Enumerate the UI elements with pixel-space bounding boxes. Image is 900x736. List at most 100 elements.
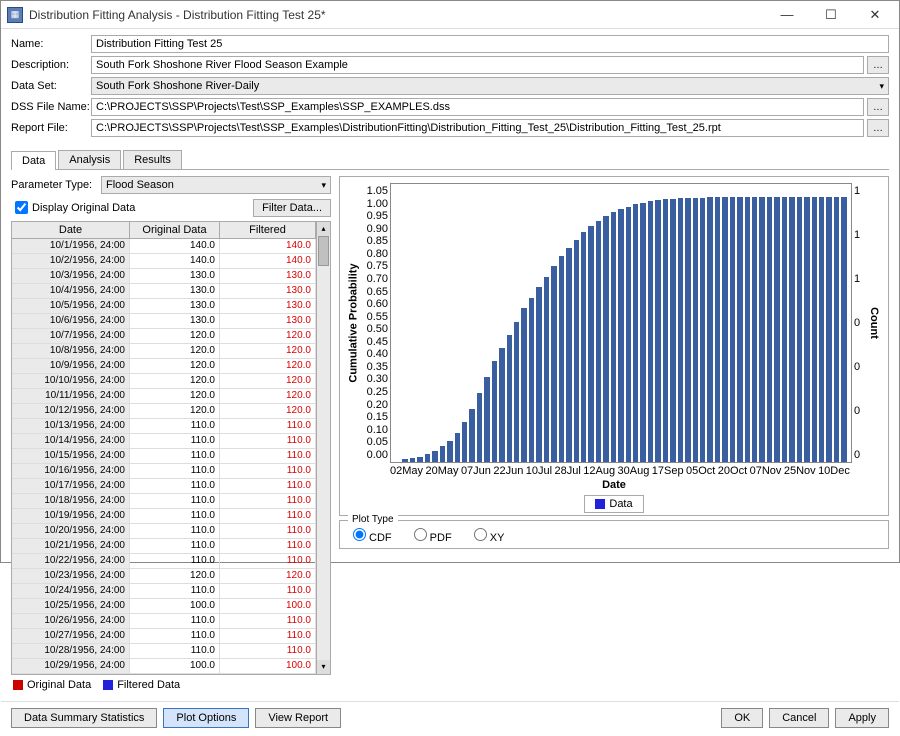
table-row[interactable]: 10/20/1956, 24:00110.0110.0 [12, 524, 316, 539]
param-type-value: Flood Season [106, 179, 174, 191]
chart-bar [826, 197, 831, 462]
maximize-button[interactable]: ☐ [809, 2, 853, 28]
table-scrollbar[interactable]: ▴ ▾ [316, 222, 330, 674]
reportfile-label: Report File: [11, 122, 91, 134]
apply-button[interactable]: Apply [835, 708, 889, 728]
chart-bar [581, 232, 586, 462]
name-input[interactable] [91, 35, 889, 53]
content-area: Parameter Type: Flood Season ▾ Display O… [1, 170, 899, 701]
table-row[interactable]: 10/5/1956, 24:00130.0130.0 [12, 299, 316, 314]
chart-bar [640, 203, 645, 462]
table-row[interactable]: 10/16/1956, 24:00110.0110.0 [12, 464, 316, 479]
chart-bar [559, 256, 564, 463]
minimize-button[interactable]: — [765, 2, 809, 28]
table-row[interactable]: 10/28/1956, 24:00110.0110.0 [12, 644, 316, 659]
table-row[interactable]: 10/22/1956, 24:00110.0110.0 [12, 554, 316, 569]
table-row[interactable]: 10/7/1956, 24:00120.0120.0 [12, 329, 316, 344]
data-summary-button[interactable]: Data Summary Statistics [11, 708, 157, 728]
table-row[interactable]: 10/24/1956, 24:00110.0110.0 [12, 584, 316, 599]
chart-bar [440, 446, 445, 462]
title-bar: ▦ Distribution Fitting Analysis - Distri… [1, 1, 899, 29]
scroll-down-icon[interactable]: ▾ [317, 660, 330, 674]
reportfile-input[interactable] [91, 119, 864, 137]
close-button[interactable]: ✕ [853, 2, 897, 28]
table-row[interactable]: 10/10/1956, 24:00120.0120.0 [12, 374, 316, 389]
chart-bar [588, 226, 593, 462]
chart-bar [819, 197, 824, 462]
y-axis-ticks: 1.051.000.950.900.850.800.750.700.650.60… [362, 183, 390, 463]
tab-data[interactable]: Data [11, 151, 56, 170]
chart-bar [797, 197, 802, 462]
dataset-select[interactable]: South Fork Shoshone River-Daily ▾ [91, 77, 889, 95]
table-row[interactable]: 10/27/1956, 24:00110.0110.0 [12, 629, 316, 644]
dssfile-label: DSS File Name: [11, 101, 91, 113]
table-row[interactable]: 10/2/1956, 24:00140.0140.0 [12, 254, 316, 269]
chart-bar [804, 197, 809, 462]
cancel-button[interactable]: Cancel [769, 708, 829, 728]
table-row[interactable]: 10/29/1956, 24:00100.0100.0 [12, 659, 316, 674]
table-row[interactable]: 10/25/1956, 24:00100.0100.0 [12, 599, 316, 614]
chart-bar [737, 197, 742, 462]
table-row[interactable]: 10/8/1956, 24:00120.0120.0 [12, 344, 316, 359]
table-row[interactable]: 10/14/1956, 24:00110.0110.0 [12, 434, 316, 449]
chart-plot[interactable] [390, 183, 852, 463]
table-row[interactable]: 10/12/1956, 24:00120.0120.0 [12, 404, 316, 419]
name-label: Name: [11, 38, 91, 50]
table-row[interactable]: 10/18/1956, 24:00110.0110.0 [12, 494, 316, 509]
table-row[interactable]: 10/4/1956, 24:00130.0130.0 [12, 284, 316, 299]
y-axis-label: Cumulative Probability [346, 183, 362, 463]
filter-data-button[interactable]: Filter Data... [253, 199, 331, 217]
table-row[interactable]: 10/15/1956, 24:00110.0110.0 [12, 449, 316, 464]
col-filtered[interactable]: Filtered [220, 222, 316, 238]
description-more-button[interactable]: … [867, 56, 889, 74]
chart-bar [730, 197, 735, 462]
table-row[interactable]: 10/11/1956, 24:00120.0120.0 [12, 389, 316, 404]
tab-analysis[interactable]: Analysis [58, 150, 121, 169]
table-row[interactable]: 10/6/1956, 24:00130.0130.0 [12, 314, 316, 329]
chart-bar [410, 458, 415, 462]
left-panel: Parameter Type: Flood Season ▾ Display O… [11, 176, 331, 695]
table-row[interactable]: 10/1/1956, 24:00140.0140.0 [12, 239, 316, 254]
description-label: Description: [11, 59, 91, 71]
table-row[interactable]: 10/9/1956, 24:00120.0120.0 [12, 359, 316, 374]
plot-options-button[interactable]: Plot Options [163, 708, 249, 728]
chart-bar [477, 393, 482, 462]
ok-button[interactable]: OK [721, 708, 763, 728]
table-row[interactable]: 10/19/1956, 24:00110.0110.0 [12, 509, 316, 524]
chart-legend: Data [346, 495, 882, 513]
chart-bar [544, 277, 549, 462]
view-report-button[interactable]: View Report [255, 708, 341, 728]
radio-pdf[interactable]: PDF [409, 532, 452, 544]
param-type-select[interactable]: Flood Season ▾ [101, 176, 331, 194]
chart-bar [774, 197, 779, 462]
chart-bar [507, 335, 512, 462]
chart-bar [700, 198, 705, 462]
col-date[interactable]: Date [12, 222, 130, 238]
radio-xy[interactable]: XY [469, 532, 505, 544]
radio-cdf[interactable]: CDF [348, 532, 392, 544]
display-original-checkbox[interactable] [15, 201, 28, 214]
scroll-thumb[interactable] [318, 236, 329, 266]
window-title: Distribution Fitting Analysis - Distribu… [29, 8, 765, 22]
chart-bar [812, 197, 817, 462]
param-type-label: Parameter Type: [11, 179, 101, 191]
table-row[interactable]: 10/17/1956, 24:00110.0110.0 [12, 479, 316, 494]
legend-original-swatch [13, 680, 23, 690]
legend-filtered-label: Filtered Data [117, 679, 180, 691]
description-input[interactable] [91, 56, 864, 74]
legend-data-label: Data [609, 498, 632, 510]
chart-bar [611, 212, 616, 462]
col-original[interactable]: Original Data [130, 222, 220, 238]
scroll-up-icon[interactable]: ▴ [317, 222, 330, 236]
table-row[interactable]: 10/26/1956, 24:00110.0110.0 [12, 614, 316, 629]
table-row[interactable]: 10/21/1956, 24:00110.0110.0 [12, 539, 316, 554]
chart-bar [484, 377, 489, 462]
dssfile-browse-button[interactable]: … [867, 98, 889, 116]
reportfile-browse-button[interactable]: … [867, 119, 889, 137]
chart-container: Cumulative Probability 1.051.000.950.900… [339, 176, 889, 516]
table-row[interactable]: 10/3/1956, 24:00130.0130.0 [12, 269, 316, 284]
tab-results[interactable]: Results [123, 150, 182, 169]
dssfile-input[interactable] [91, 98, 864, 116]
table-row[interactable]: 10/13/1956, 24:00110.0110.0 [12, 419, 316, 434]
table-row[interactable]: 10/23/1956, 24:00120.0120.0 [12, 569, 316, 584]
